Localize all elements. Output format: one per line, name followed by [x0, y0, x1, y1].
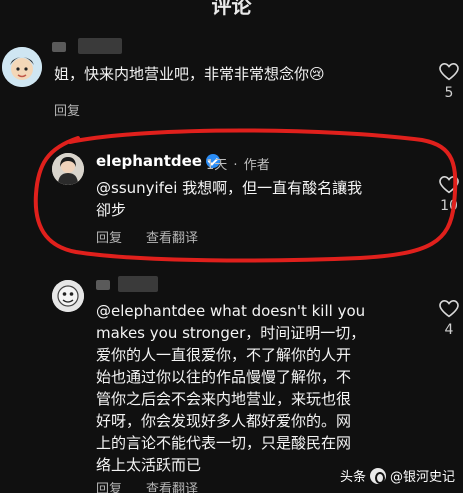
- avatar-icon: [52, 280, 84, 312]
- reply-button[interactable]: 回复: [96, 478, 122, 493]
- like-count: 5: [444, 85, 454, 101]
- username-blurred: [52, 42, 66, 52]
- like-button[interactable]: 4: [438, 300, 460, 338]
- reply-button[interactable]: 回复: [96, 227, 122, 246]
- page-title: 评论: [211, 0, 252, 18]
- comment-text: @ssunyifei 我想啊，但一直有酸名讓我 卻步: [96, 179, 363, 219]
- username-blurred-2: [118, 276, 158, 292]
- heart-icon: [439, 300, 459, 318]
- comment-meta: 1天 · 作者: [206, 158, 270, 173]
- comment-text: @elephantdee what doesn't kill you makes…: [96, 302, 366, 474]
- timestamp: 1天: [206, 158, 228, 173]
- heart-icon: [439, 63, 459, 81]
- avatar[interactable]: [2, 47, 42, 87]
- avatar-icon: [2, 47, 42, 87]
- like-count: 4: [444, 322, 454, 338]
- username-blurred: [96, 280, 110, 290]
- author-tag: 作者: [243, 158, 270, 173]
- translate-button[interactable]: 查看翻译: [146, 227, 198, 246]
- watermark-logo-icon: [369, 467, 386, 484]
- like-count: 10: [440, 198, 458, 214]
- like-button[interactable]: 5: [438, 63, 460, 101]
- avatar-icon: [52, 153, 84, 185]
- heart-icon: [439, 176, 459, 194]
- username-blurred-2: [78, 38, 122, 54]
- avatar[interactable]: [52, 280, 84, 312]
- username[interactable]: elephantdee: [96, 152, 220, 170]
- comment-text: 姐，快来内地营业吧，非常非常想念你😢: [54, 65, 325, 83]
- translate-button[interactable]: 查看翻译: [146, 478, 198, 493]
- avatar[interactable]: [52, 153, 84, 185]
- watermark-account: @银河史记: [389, 470, 455, 485]
- like-button[interactable]: 10: [438, 176, 460, 214]
- watermark-platform: 头条: [339, 470, 366, 485]
- watermark: 头条 @银河史记: [340, 466, 455, 485]
- reply-button[interactable]: 回复: [54, 100, 80, 119]
